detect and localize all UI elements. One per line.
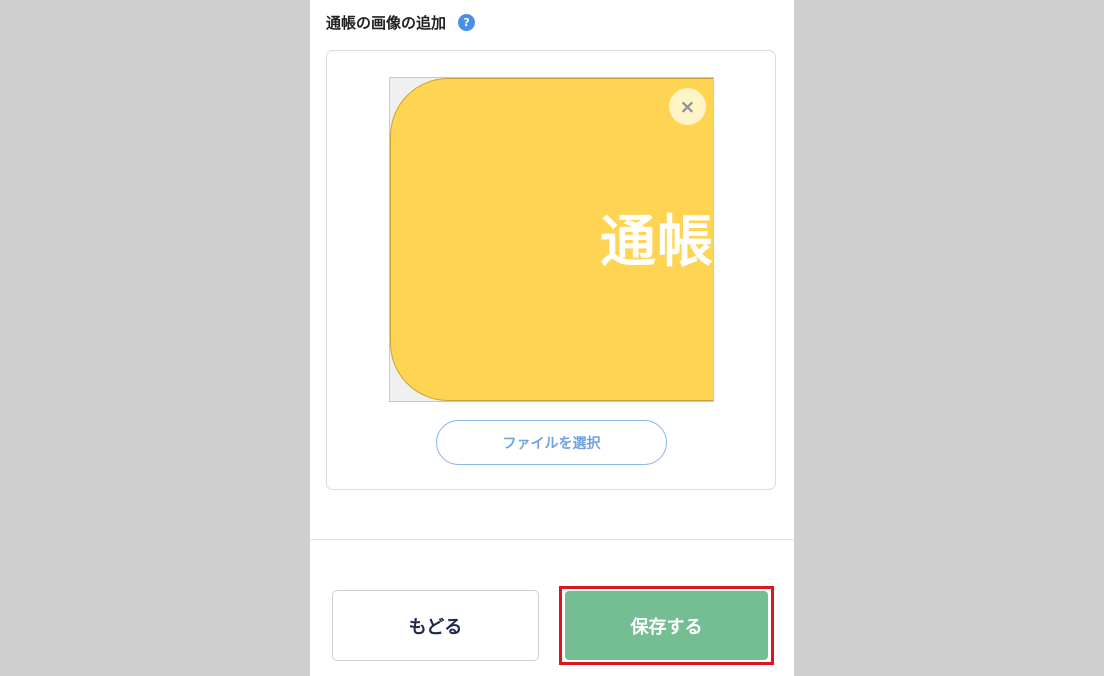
passbook-image: 通帳 <box>390 78 714 401</box>
save-button[interactable]: 保存する <box>565 591 768 660</box>
close-icon: × <box>679 95 696 118</box>
form-panel: 通帳の画像の追加 ? 通帳 × ファイルを選択 もどる 保存する <box>310 0 794 676</box>
divider <box>310 539 794 540</box>
section-header: 通帳の画像の追加 ? <box>326 11 476 33</box>
passbook-image-text: 通帳 <box>600 210 714 275</box>
remove-image-button[interactable]: × <box>669 88 706 125</box>
upload-card: 通帳 × ファイルを選択 <box>326 50 776 490</box>
back-button[interactable]: もどる <box>332 590 539 661</box>
image-preview: 通帳 × <box>389 77 714 402</box>
section-title: 通帳の画像の追加 <box>326 13 447 32</box>
choose-file-button[interactable]: ファイルを選択 <box>436 420 667 465</box>
help-icon[interactable]: ? <box>458 13 476 31</box>
